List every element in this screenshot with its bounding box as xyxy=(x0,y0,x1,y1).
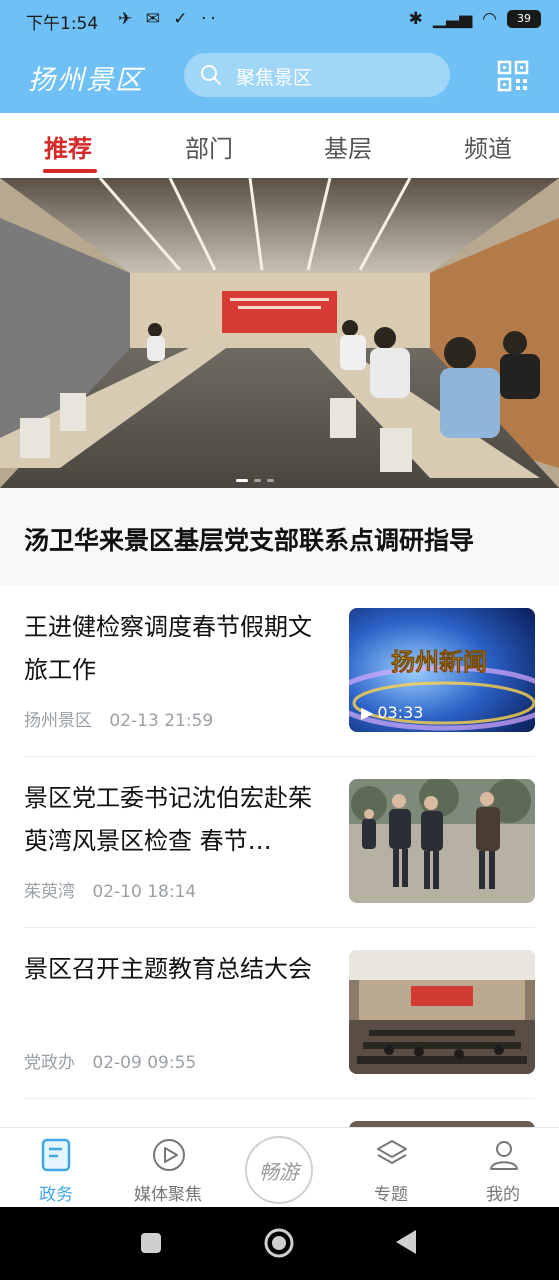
news-thumbnail xyxy=(349,779,535,903)
nav-government[interactable]: 政务 xyxy=(6,1128,106,1208)
tab-channel[interactable]: 频道 xyxy=(464,129,512,164)
news-title: 景区召开主题教育总结大会 xyxy=(24,955,312,983)
banner-headline-bar[interactable]: 汤卫华来景区基层党支部联系点调研指导 xyxy=(0,488,559,586)
app-header: 下午1:54 ✈ ✉ ✓ ·· ✱ ▁▃▅ ◠ 39 扬州景区 聚焦景区 xyxy=(0,0,559,113)
category-tabs: 推荐 部门 基层 频道 xyxy=(0,113,559,178)
banner-headline: 汤卫华来景区基层党支部联系点调研指导 xyxy=(24,526,475,555)
news-meta: 党政办 02-09 09:55 xyxy=(24,1048,196,1073)
banner-carousel[interactable] xyxy=(0,178,559,488)
list-item[interactable]: 景区党工委书记沈伯宏赴茱萸湾风景区检查 春节… 茱萸湾 02-10 18:14 xyxy=(0,757,559,928)
nav-topics[interactable]: 专题 xyxy=(341,1128,441,1208)
list-item[interactable]: 景区召开主题教育总结大会 党政办 02-09 09:55 xyxy=(0,928,559,1099)
news-source: 党政办 xyxy=(24,1053,75,1073)
nav-profile[interactable]: 我的 xyxy=(453,1128,553,1208)
tab-grassroots[interactable]: 基层 xyxy=(324,129,372,164)
news-video-thumbnail: 扬州新闻 ▶ 03:33 xyxy=(349,608,535,732)
notification-icons: ✈ ✉ ✓ ·· xyxy=(118,9,220,29)
nav-media-focus[interactable]: 媒体聚焦 xyxy=(118,1128,218,1208)
news-thumbnail xyxy=(349,950,535,1074)
news-source: 茱萸湾 xyxy=(24,882,75,902)
tab-department[interactable]: 部门 xyxy=(185,129,233,164)
video-duration: ▶ 03:33 xyxy=(361,703,424,722)
video-channel-text: 扬州新闻 xyxy=(391,647,487,676)
wifi-icon: ◠ xyxy=(482,9,497,29)
play-circle-icon xyxy=(153,1139,185,1171)
document-icon xyxy=(41,1138,71,1172)
layers-icon xyxy=(377,1140,407,1164)
nav-travel-button[interactable]: 畅游 xyxy=(245,1136,313,1204)
status-bar: 下午1:54 ✈ ✉ ✓ ·· ✱ ▁▃▅ ◠ 39 xyxy=(0,0,559,40)
user-icon xyxy=(490,1141,518,1170)
news-time: 02-09 09:55 xyxy=(92,1053,197,1073)
system-icons: ✱ ▁▃▅ ◠ 39 xyxy=(409,9,541,29)
signal-icon: ▁▃▅ xyxy=(432,9,473,29)
bottom-navigation: 政务 媒体聚焦 畅游 专题 我的 xyxy=(0,1127,559,1207)
bluetooth-icon: ✱ xyxy=(408,9,423,29)
qr-scan-icon[interactable] xyxy=(497,60,529,92)
news-title: 王进健检察调度春节假期文旅工作 xyxy=(24,613,312,684)
news-time: 02-10 18:14 xyxy=(92,882,197,902)
search-input[interactable]: 聚焦景区 xyxy=(184,53,450,97)
news-source: 扬州景区 xyxy=(24,711,92,731)
news-time: 02-13 21:59 xyxy=(109,711,214,731)
list-divider xyxy=(24,1098,535,1099)
news-title: 景区党工委书记沈伯宏赴茱萸湾风景区检查 春节… xyxy=(24,784,312,855)
recent-apps-icon[interactable] xyxy=(140,1232,162,1254)
back-icon[interactable] xyxy=(394,1229,418,1255)
active-tab-indicator xyxy=(43,169,97,173)
news-meta: 茱萸湾 02-10 18:14 xyxy=(24,877,196,902)
play-icon: ▶ xyxy=(361,703,374,722)
search-placeholder: 聚焦景区 xyxy=(236,67,313,89)
travel-logo-text: 畅游 xyxy=(259,1160,299,1184)
system-navigation-bar xyxy=(0,1207,559,1280)
status-time: 下午1:54 xyxy=(26,14,99,34)
banner-image xyxy=(0,178,559,488)
list-item[interactable]: 王进健检察调度春节假期文旅工作 扬州景区 02-13 21:59 扬州新闻 ▶ … xyxy=(0,586,559,757)
carousel-indicator xyxy=(236,479,274,482)
tab-recommend[interactable]: 推荐 xyxy=(44,129,92,164)
battery-icon: 39 xyxy=(507,10,541,28)
search-icon xyxy=(201,65,221,85)
news-list: 王进健检察调度春节假期文旅工作 扬州景区 02-13 21:59 扬州新闻 ▶ … xyxy=(0,586,559,1127)
news-meta: 扬州景区 02-13 21:59 xyxy=(24,706,213,731)
app-logo: 扬州景区 xyxy=(28,65,144,96)
home-icon[interactable] xyxy=(263,1227,295,1259)
